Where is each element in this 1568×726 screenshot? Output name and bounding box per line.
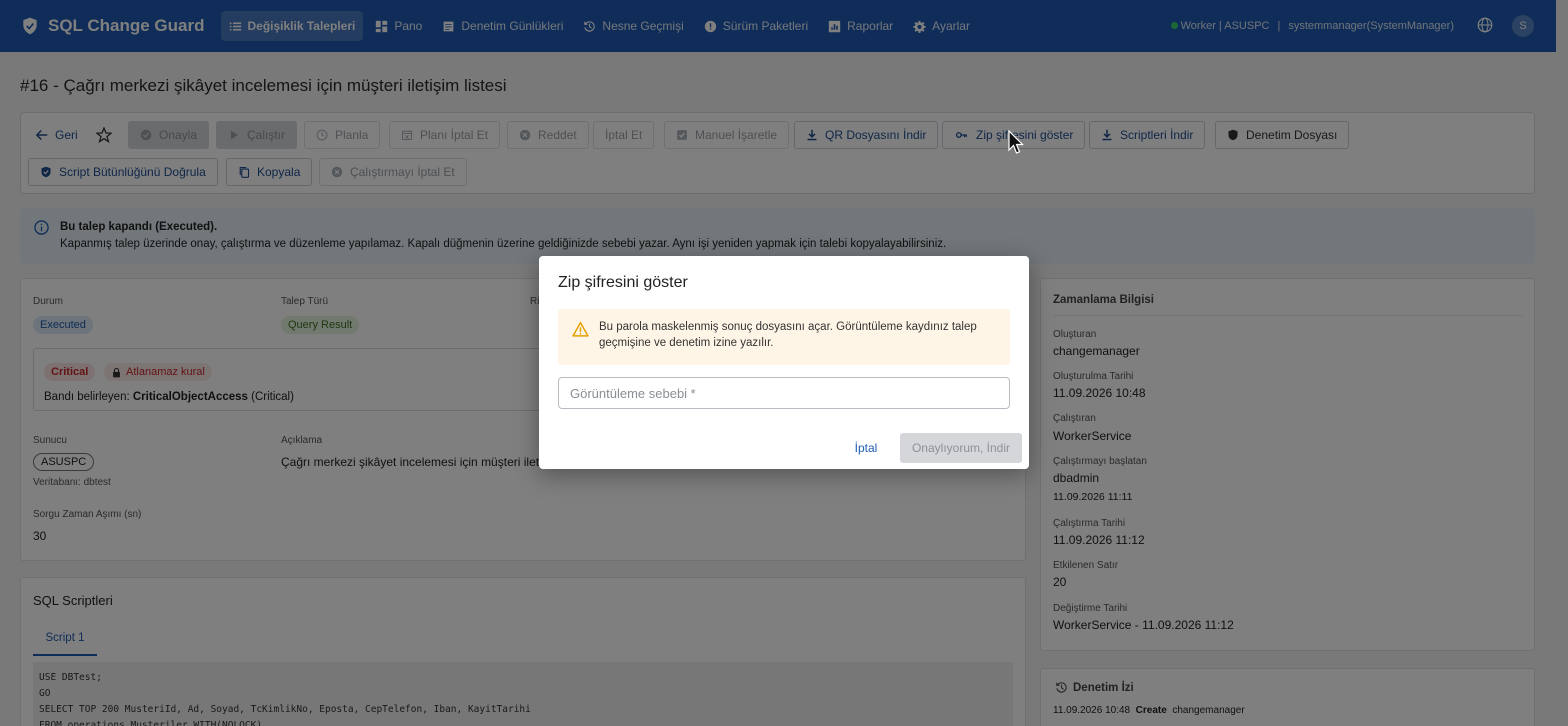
dialog-warning: Bu parola maskelenmiş sonuç dosyasını aç… (558, 309, 1010, 365)
warning-icon (572, 321, 589, 337)
dialog-confirm-download-button[interactable]: Onaylıyorum, İndir (900, 433, 1022, 463)
zip-password-dialog: Zip şifresini göster Bu parola maskelenm… (539, 256, 1029, 469)
mouse-cursor-icon (1008, 130, 1024, 154)
view-reason-input[interactable] (558, 377, 1010, 409)
dialog-title: Zip şifresini göster (558, 274, 688, 291)
dialog-warning-text: Bu parola maskelenmiş sonuç dosyasını aç… (599, 321, 977, 349)
dialog-cancel-button[interactable]: İptal (846, 434, 886, 462)
